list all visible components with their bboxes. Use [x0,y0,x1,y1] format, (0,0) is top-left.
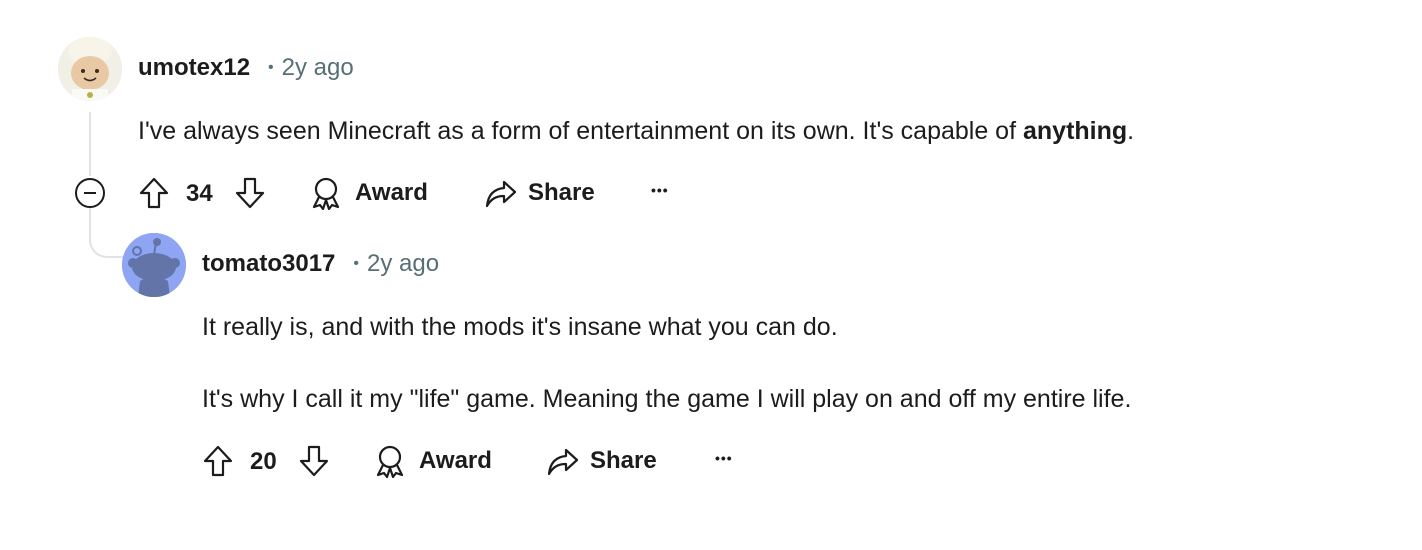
more-icon: ••• [715,450,733,466]
award-icon [376,445,404,478]
upvote-icon [139,177,169,209]
separator-dot: • [353,255,359,272]
more-options-button[interactable]: ••• [651,182,669,198]
share-icon [485,180,517,208]
vote-count: 34 [186,180,213,207]
upvote-button[interactable] [202,444,234,478]
downvote-icon [299,445,329,477]
comment-body: I've always seen Minecraft as a form of … [138,117,1134,146]
award-icon [312,177,340,210]
separator-dot: • [268,59,274,76]
downvote-button[interactable] [234,176,266,210]
timestamp[interactable]: 2y ago [282,54,354,82]
award-button[interactable]: Award [309,176,428,210]
award-label: Award [419,447,492,474]
comment-text: I've always seen Minecraft as a form of … [138,117,1023,145]
share-button[interactable]: Share [546,444,657,478]
more-icon: ••• [651,182,669,198]
comment-header: tomato3017 • 2y ago [202,250,439,278]
share-button[interactable]: Share [484,176,595,210]
timestamp[interactable]: 2y ago [367,250,439,278]
avatar[interactable] [122,233,186,297]
vote-count: 20 [250,448,277,475]
comment-text-bold: anything [1022,117,1128,145]
username[interactable]: umotex12 [138,54,250,82]
comment-text-end: . [1127,117,1135,145]
award-label: Award [355,179,428,206]
award-button[interactable]: Award [373,444,492,478]
upvote-button[interactable] [138,176,170,210]
collapse-icon[interactable] [75,178,105,208]
upvote-icon [203,445,233,477]
share-icon [547,448,579,476]
share-label: Share [528,179,595,206]
avatar[interactable] [58,37,122,101]
downvote-button[interactable] [298,444,330,478]
more-options-button[interactable]: ••• [715,450,733,466]
comment-paragraph: It's why I call it my "life" game. Meani… [202,385,1132,413]
comment-header: umotex12 • 2y ago [138,54,354,82]
username[interactable]: tomato3017 [202,250,335,278]
thread-line [89,112,91,176]
downvote-icon [235,177,265,209]
share-label: Share [590,447,657,474]
comment-paragraph: It really is, and with the mods it's ins… [202,313,838,341]
thread-branch-line [89,208,123,258]
